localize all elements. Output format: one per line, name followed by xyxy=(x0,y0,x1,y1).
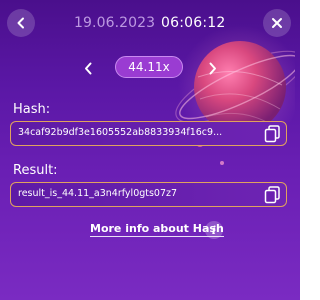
copy-result-button[interactable] xyxy=(264,186,281,204)
copy-icon xyxy=(264,125,280,143)
hash-details-screen: ✦ ✦ 19.06.2023 06:06:12 44.11x Hash: 34c… xyxy=(0,0,300,300)
chevron-left-icon xyxy=(17,17,24,29)
result-label: Result: xyxy=(13,163,58,178)
more-info-link[interactable]: More info about Hash xyxy=(90,222,224,237)
info-button[interactable]: i xyxy=(205,221,223,239)
back-button[interactable] xyxy=(7,9,35,37)
hash-value: 34caf92b9df3e1605552ab8833934f16c9... xyxy=(18,127,223,138)
close-icon xyxy=(272,18,282,28)
previous-round-button[interactable] xyxy=(80,60,96,76)
round-date: 19.06.2023 xyxy=(74,15,156,31)
close-button[interactable] xyxy=(263,9,291,37)
hash-label: Hash: xyxy=(13,102,51,117)
copy-icon xyxy=(264,186,280,204)
round-time: 06:06:12 xyxy=(161,15,226,31)
result-field: result_is_44.11_a3n4rfyl0gts07z7 xyxy=(10,182,287,207)
result-value: result_is_44.11_a3n4rfyl0gts07z7 xyxy=(18,188,178,199)
copy-hash-button[interactable] xyxy=(264,125,281,143)
info-icon: i xyxy=(211,223,217,237)
chevron-right-icon xyxy=(209,62,216,74)
multiplier-badge: 44.11x xyxy=(115,56,183,78)
hash-field: 34caf92b9df3e1605552ab8833934f16c9... xyxy=(10,121,287,146)
chevron-left-icon xyxy=(84,62,91,74)
next-round-button[interactable] xyxy=(204,60,220,76)
planet-illustration xyxy=(170,25,295,180)
